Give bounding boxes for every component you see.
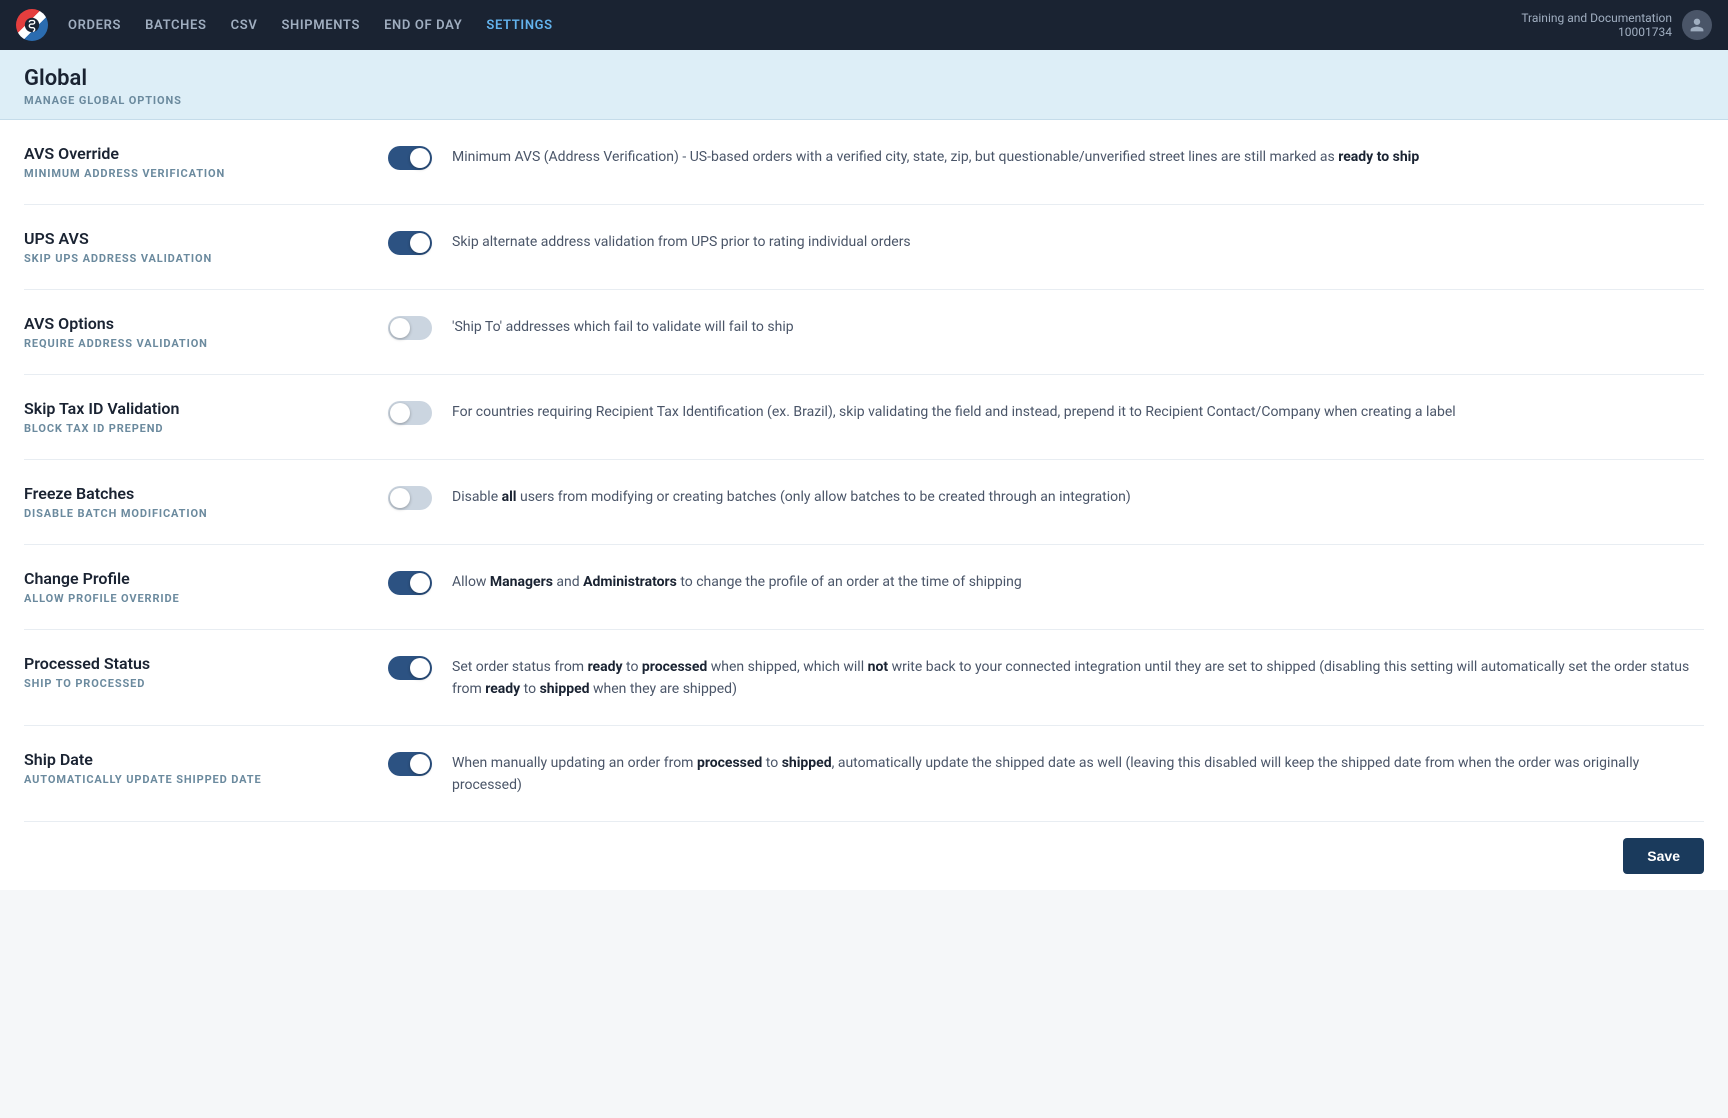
save-button[interactable]: Save xyxy=(1623,838,1704,874)
setting-desc-0: Minimum AVS (Address Verification) - US-… xyxy=(452,146,1419,168)
setting-name-6: Processed Status xyxy=(24,654,364,673)
setting-name-2: AVS Options xyxy=(24,314,364,333)
setting-row-avs-override: AVS Override MINIMUM ADDRESS VERIFICATION… xyxy=(24,120,1704,205)
setting-key-6: SHIP TO PROCESSED xyxy=(24,677,364,690)
setting-key-0: MINIMUM ADDRESS VERIFICATION xyxy=(24,167,364,180)
setting-name-1: UPS AVS xyxy=(24,229,364,248)
setting-desc-6: Set order status from ready to processed… xyxy=(452,656,1704,701)
setting-name-5: Change Profile xyxy=(24,569,364,588)
page-header: Global MANAGE GLOBAL OPTIONS xyxy=(0,50,1728,120)
user-name: Training and Documentation xyxy=(1521,11,1672,25)
setting-row-ups-avs: UPS AVS SKIP UPS ADDRESS VALIDATION Skip a… xyxy=(24,205,1704,290)
save-bar: Save xyxy=(24,822,1704,890)
toggle-avs-override[interactable] xyxy=(388,146,432,170)
setting-desc-7: When manually updating an order from pro… xyxy=(452,752,1704,797)
setting-row-skip-tax-id-validation: Skip Tax ID Validation BLOCK TAX ID PREPE… xyxy=(24,375,1704,460)
setting-row-ship-date: Ship Date AUTOMATICALLY UPDATE SHIPPED DA… xyxy=(24,726,1704,822)
settings-content: AVS Override MINIMUM ADDRESS VERIFICATION… xyxy=(0,120,1728,890)
setting-name-7: Ship Date xyxy=(24,750,364,769)
user-info: Training and Documentation 10001734 xyxy=(1521,10,1712,40)
nav-item-shipments[interactable]: SHIPMENTS xyxy=(269,18,372,33)
page-title: Global xyxy=(24,66,1704,91)
toggle-processed-status[interactable] xyxy=(388,656,432,680)
setting-row-freeze-batches: Freeze Batches DISABLE BATCH MODIFICATION… xyxy=(24,460,1704,545)
toggle-skip-tax-id-validation[interactable] xyxy=(388,401,432,425)
setting-desc-1: Skip alternate address validation from U… xyxy=(452,231,911,253)
setting-name-4: Freeze Batches xyxy=(24,484,364,503)
user-id: 10001734 xyxy=(1521,25,1672,39)
toggle-ups-avs[interactable] xyxy=(388,231,432,255)
nav-item-csv[interactable]: CSV xyxy=(219,18,270,33)
nav-item-settings[interactable]: SETTINGS xyxy=(474,18,564,33)
setting-row-processed-status: Processed Status SHIP TO PROCESSED Set ord… xyxy=(24,630,1704,726)
avatar[interactable] xyxy=(1682,10,1712,40)
setting-key-5: ALLOW PROFILE OVERRIDE xyxy=(24,592,364,605)
setting-desc-5: Allow Managers and Administrators to cha… xyxy=(452,571,1022,593)
setting-name-3: Skip Tax ID Validation xyxy=(24,399,364,418)
setting-row-change-profile: Change Profile ALLOW PROFILE OVERRIDE Allo… xyxy=(24,545,1704,630)
nav-item-orders[interactable]: ORDERS xyxy=(56,18,133,33)
toggle-freeze-batches[interactable] xyxy=(388,486,432,510)
navigation: ORDERSBATCHESCSVSHIPMENTSEND OF DAYSETTI… xyxy=(0,0,1728,50)
toggle-ship-date[interactable] xyxy=(388,752,432,776)
setting-name-0: AVS Override xyxy=(24,144,364,163)
setting-desc-4: Disable all users from modifying or crea… xyxy=(452,486,1131,508)
toggle-change-profile[interactable] xyxy=(388,571,432,595)
setting-key-1: SKIP UPS ADDRESS VALIDATION xyxy=(24,252,364,265)
setting-key-2: REQUIRE ADDRESS VALIDATION xyxy=(24,337,364,350)
nav-item-end-of-day[interactable]: END OF DAY xyxy=(372,18,474,33)
toggle-avs-options[interactable] xyxy=(388,316,432,340)
setting-desc-3: For countries requiring Recipient Tax Id… xyxy=(452,401,1456,423)
setting-desc-2: 'Ship To' addresses which fail to valida… xyxy=(452,316,794,338)
setting-key-4: DISABLE BATCH MODIFICATION xyxy=(24,507,364,520)
page-subtitle: MANAGE GLOBAL OPTIONS xyxy=(24,94,1704,107)
setting-key-7: AUTOMATICALLY UPDATE SHIPPED DATE xyxy=(24,773,364,786)
nav-item-batches[interactable]: BATCHES xyxy=(133,18,218,33)
setting-key-3: BLOCK TAX ID PREPEND xyxy=(24,422,364,435)
setting-row-avs-options: AVS Options REQUIRE ADDRESS VALIDATION 'Sh… xyxy=(24,290,1704,375)
app-logo[interactable] xyxy=(16,9,48,41)
